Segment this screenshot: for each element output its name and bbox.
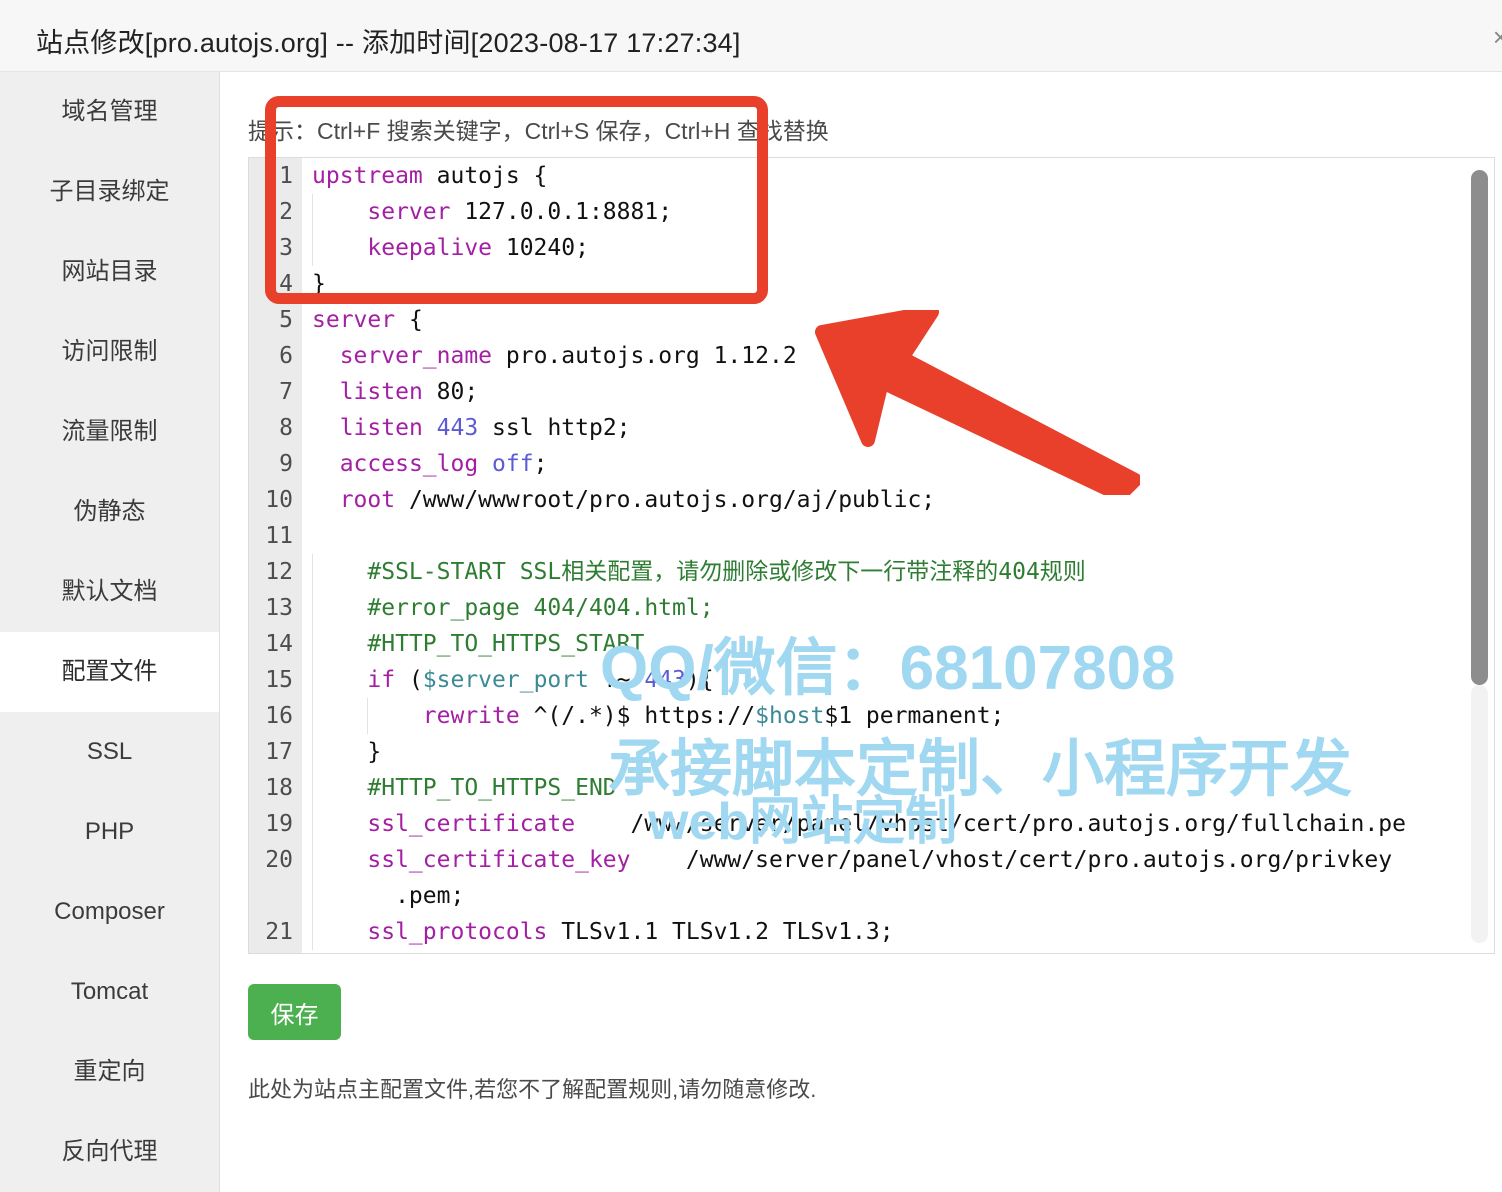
line-number: 17 — [265, 739, 293, 765]
indent-guide — [312, 770, 313, 806]
line-number-gutter: 1 2 3 4 5 6 7 8 9 10 11 12 13 14 15 16 17 18 19 20 21 — [249, 158, 302, 953]
sidebar-item-3[interactable]: 访问限制 — [0, 312, 219, 392]
code-line[interactable] — [302, 518, 1494, 554]
page-title: 站点修改[pro.autojs.org] -- 添加时间[2023-08-17 … — [36, 28, 741, 58]
line-number: 14 — [265, 631, 293, 657]
code-line[interactable]: server 127.0.0.1:8881; — [302, 194, 1494, 230]
line-number: 19 — [265, 811, 293, 837]
sidebar-item-0[interactable]: 域名管理 — [0, 72, 219, 152]
line-number: 8 — [279, 415, 293, 441]
code-line[interactable]: rewrite ^(/.*)$ https://$host$1 permanen… — [302, 698, 1494, 734]
indent-guide — [312, 626, 313, 662]
line-number: 15 — [265, 667, 293, 693]
save-button[interactable]: 保存 — [248, 984, 341, 1040]
editor-shortcut-hint: 提示：Ctrl+F 搜索关键字，Ctrl+S 保存，Ctrl+H 查找替换 — [248, 118, 829, 144]
code-line[interactable]: ssl_protocols TLSv1.1 TLSv1.2 TLSv1.3; — [302, 914, 1494, 950]
indent-guide — [367, 698, 369, 734]
code-line[interactable]: upstream autojs { — [302, 158, 1494, 194]
indent-guide — [312, 554, 313, 590]
line-number: 6 — [279, 343, 293, 369]
code-line[interactable]: access_log off; — [302, 446, 1494, 482]
indent-guide — [312, 734, 313, 770]
line-number: 5 — [279, 307, 293, 333]
line-number — [249, 878, 302, 914]
sidebar-item-4[interactable]: 流量限制 — [0, 392, 219, 472]
sidebar-item-1[interactable]: 子目录绑定 — [0, 152, 219, 232]
sidebar-item-5[interactable]: 伪静态 — [0, 472, 219, 552]
line-number: 16 — [265, 703, 293, 729]
code-line[interactable]: ssl_certificate /www/server/panel/vhost/… — [302, 806, 1494, 842]
main-panel: 提示：Ctrl+F 搜索关键字，Ctrl+S 保存，Ctrl+H 查找替换 12… — [221, 72, 1502, 1192]
code-line[interactable]: keepalive 10240; — [302, 230, 1494, 266]
sidebar-item-11[interactable]: Tomcat — [0, 952, 219, 1032]
close-icon[interactable]: × — [1493, 24, 1502, 50]
code-line[interactable]: listen 443 ssl http2; — [302, 410, 1494, 446]
line-number: 3 — [279, 235, 293, 261]
indent-guide — [312, 878, 313, 914]
editor-footnote: 此处为站点主配置文件,若您不了解配置规则,请勿随意修改. — [248, 1077, 817, 1102]
code-line[interactable]: } — [302, 734, 1494, 770]
line-number: 2 — [279, 199, 293, 225]
line-number: 10 — [265, 487, 293, 513]
sidebar-item-8[interactable]: SSL — [0, 712, 219, 792]
sidebar-nav: 域名管理 子目录绑定 网站目录 访问限制 流量限制 伪静态 默认文档 配置文件 SSL PHP Co… — [0, 72, 220, 1192]
code-content-area[interactable]: upstream autojs { server 127.0.0.1:8881;… — [302, 158, 1494, 953]
sidebar-item-6[interactable]: 默认文档 — [0, 552, 219, 632]
indent-guide — [312, 590, 313, 626]
indent-guide — [312, 914, 313, 950]
scrollbar-track-rest — [1471, 685, 1488, 943]
sidebar-item-9[interactable]: PHP — [0, 792, 219, 872]
line-number: 18 — [265, 775, 293, 801]
code-line[interactable]: #error_page 404/404.html; — [302, 590, 1494, 626]
line-number: 9 — [279, 451, 293, 477]
sidebar-item-10[interactable]: Composer — [0, 872, 219, 952]
sidebar-item-13[interactable]: 反向代理 — [0, 1112, 219, 1192]
line-number: 1 — [279, 163, 293, 189]
sidebar-item-7[interactable]: 配置文件 — [0, 632, 219, 712]
line-number: 13 — [265, 595, 293, 621]
sidebar-item-12[interactable]: 重定向 — [0, 1032, 219, 1112]
code-line[interactable]: #HTTP_TO_HTTPS_START — [302, 626, 1494, 662]
code-line[interactable]: } — [302, 266, 1494, 302]
indent-guide — [312, 194, 313, 230]
indent-guide — [312, 698, 313, 734]
line-number: 4 — [279, 271, 293, 297]
code-line[interactable]: #SSL-START SSL相关配置，请勿删除或修改下一行带注释的404规则 — [302, 554, 1494, 590]
editor-scrollbar-thumb[interactable] — [1471, 170, 1488, 685]
code-line[interactable]: server { — [302, 302, 1494, 338]
code-line[interactable]: listen 80; — [302, 374, 1494, 410]
indent-guide — [312, 842, 313, 878]
code-line[interactable]: ssl_certificate_key /www/server/panel/vh… — [302, 842, 1494, 878]
code-line[interactable]: .pem; — [302, 878, 1494, 914]
code-line[interactable]: root /www/wwwroot/pro.autojs.org/aj/publ… — [302, 482, 1494, 518]
indent-guide — [312, 806, 313, 842]
config-file-editor[interactable]: 1 2 3 4 5 6 7 8 9 10 11 12 13 14 15 16 17 18 19 20 21 upstre… — [248, 157, 1495, 954]
code-line[interactable]: if ($server_port !~ 443){ — [302, 662, 1494, 698]
line-number: 20 — [265, 847, 293, 873]
sidebar-item-2[interactable]: 网站目录 — [0, 232, 219, 312]
editor-scrollbar-track[interactable] — [1470, 160, 1492, 951]
code-line[interactable]: server_name pro.autojs.org 1.12.2 — [302, 338, 1494, 374]
code-line[interactable]: #HTTP_TO_HTTPS_END — [302, 770, 1494, 806]
window-titlebar: 站点修改[pro.autojs.org] -- 添加时间[2023-08-17 … — [0, 0, 1502, 72]
line-number: 21 — [265, 919, 293, 945]
indent-guide — [312, 662, 313, 698]
indent-guide — [312, 230, 313, 266]
line-number: 7 — [279, 379, 293, 405]
line-number: 11 — [265, 523, 293, 549]
line-number: 12 — [265, 559, 293, 585]
